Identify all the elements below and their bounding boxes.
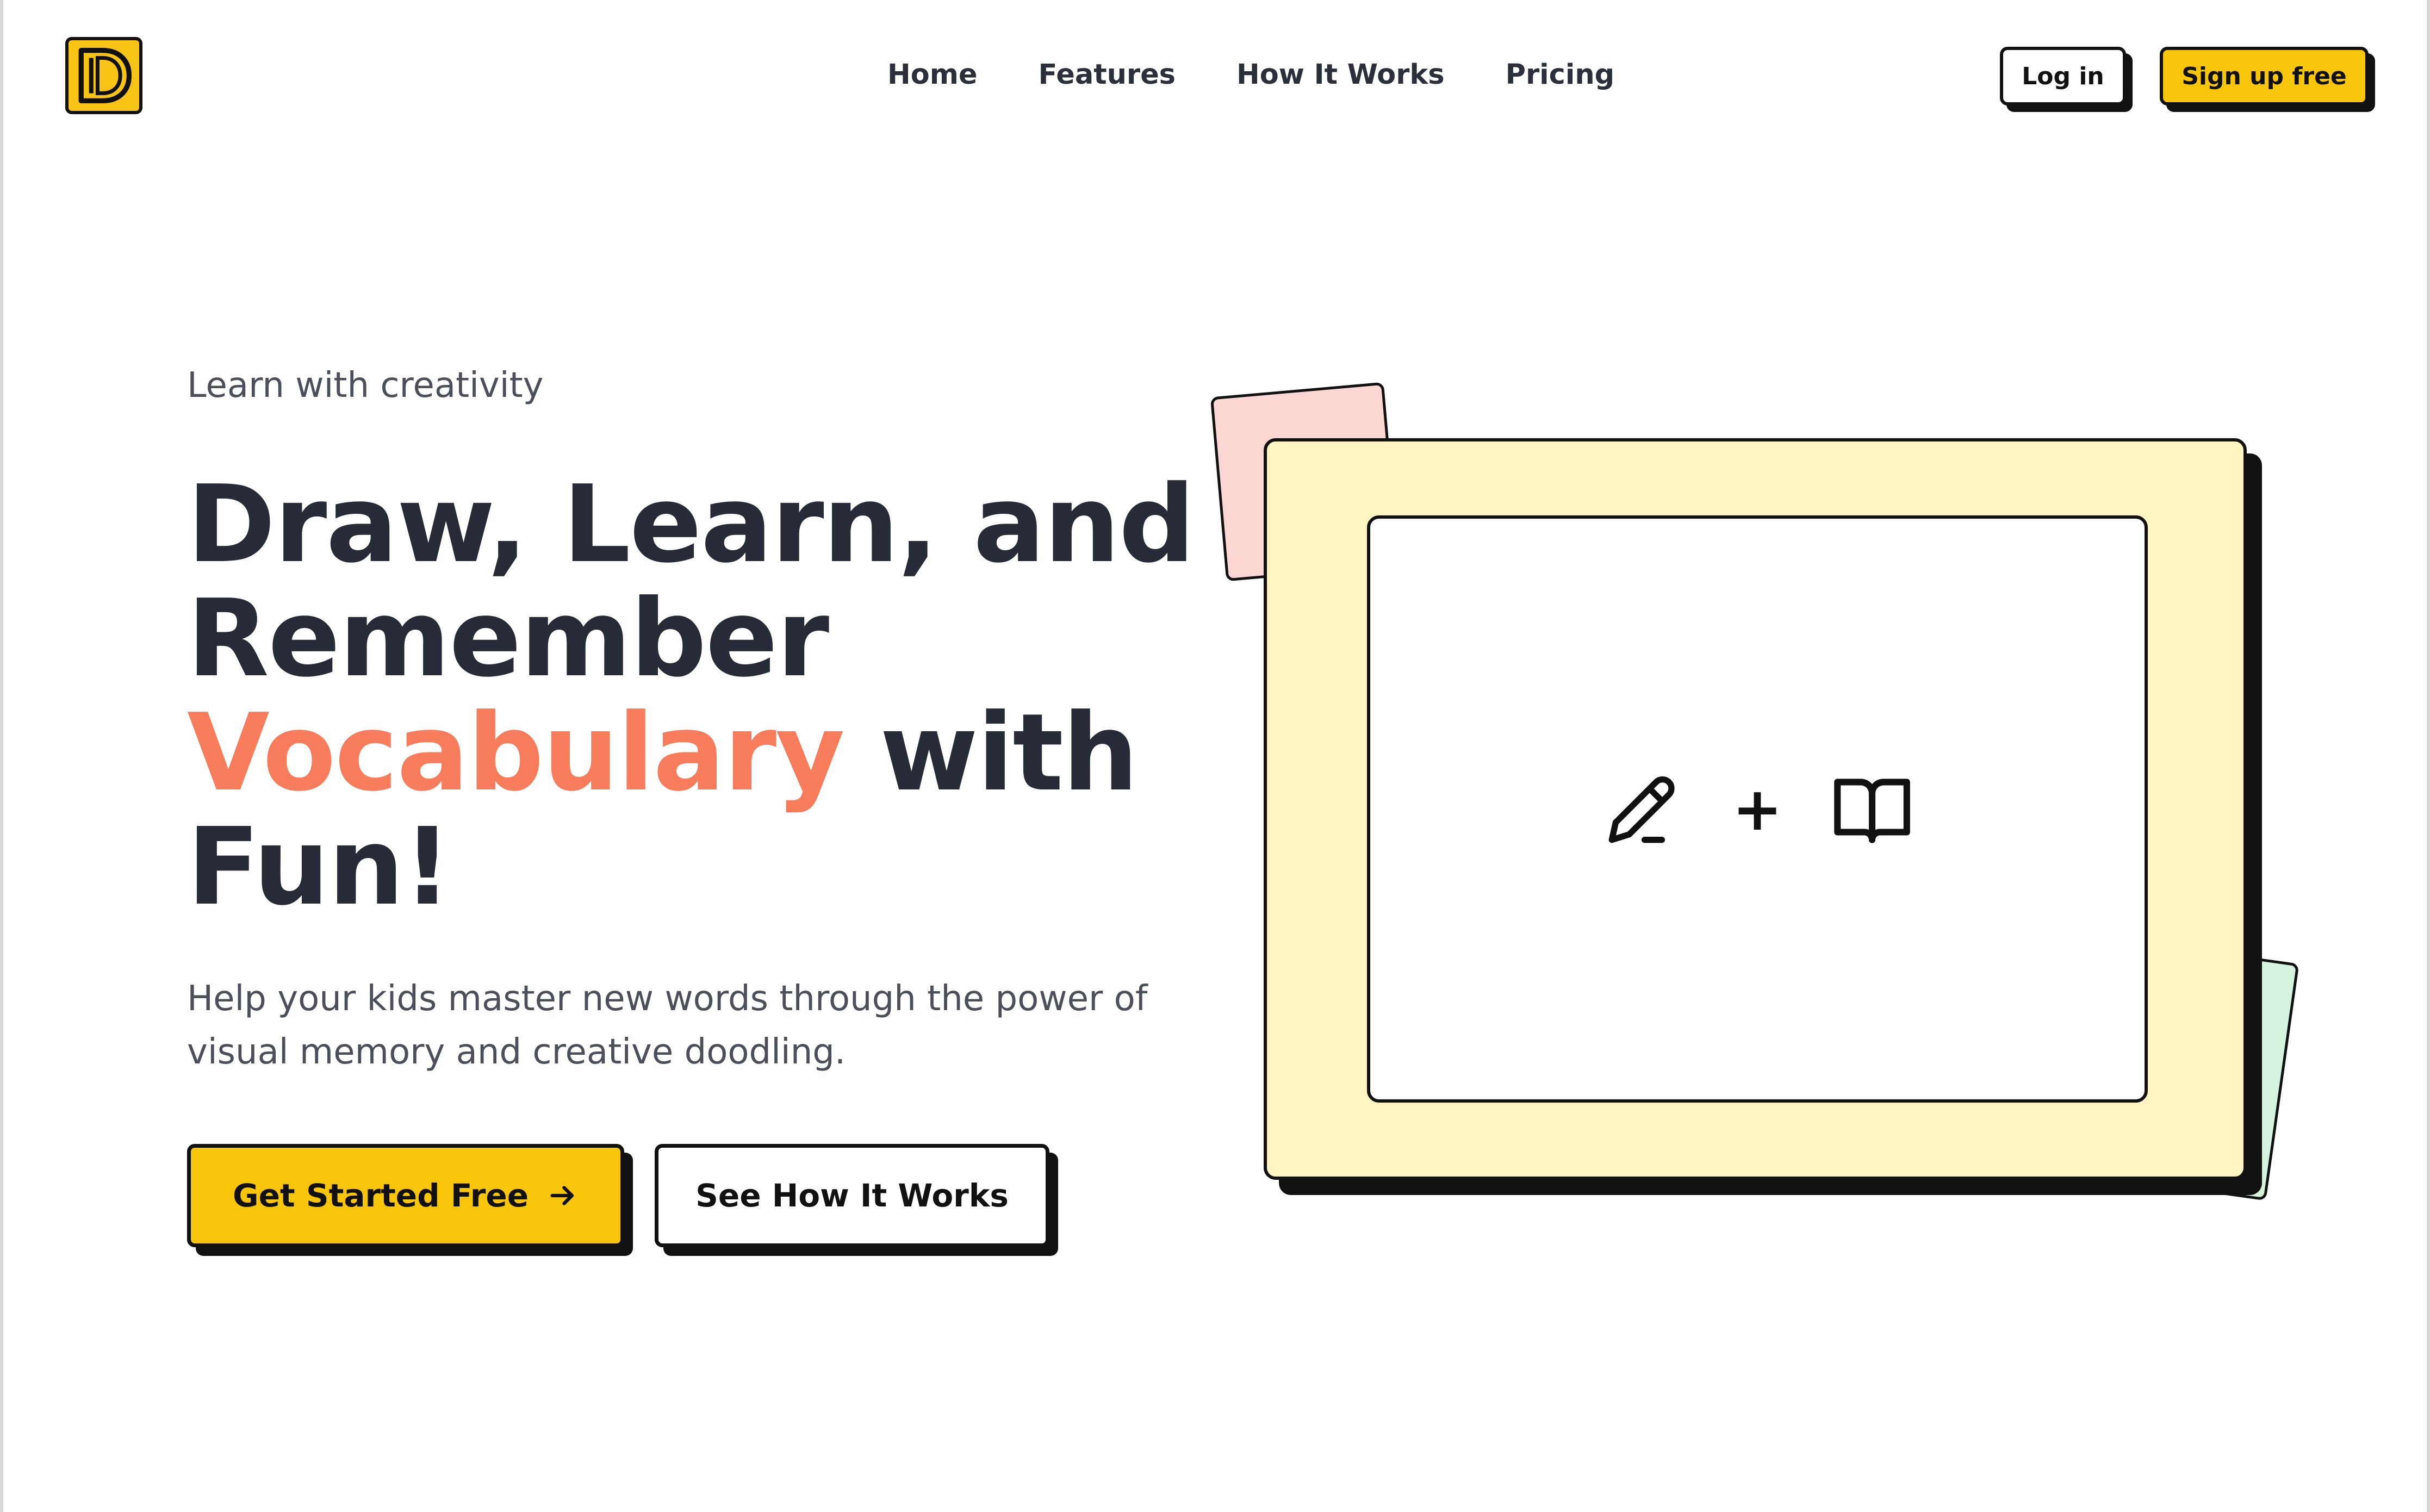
arrow-right-icon (550, 1186, 574, 1205)
nav-item-how-it-works[interactable]: How It Works (1236, 59, 1445, 91)
logo-d-icon (78, 47, 132, 104)
see-how-it-works-button[interactable]: See How It Works (655, 1144, 1049, 1247)
login-button[interactable]: Log in (2000, 47, 2126, 105)
book-icon (1834, 779, 1910, 843)
plus-sign: + (1732, 774, 1783, 844)
logo[interactable] (65, 37, 142, 114)
get-started-button[interactable]: Get Started Free (187, 1144, 624, 1247)
signup-button[interactable]: Sign up free (2160, 47, 2369, 105)
get-started-label: Get Started Free (232, 1177, 529, 1214)
illustration-canvas: + (1367, 515, 2148, 1103)
headline-after-accent: with (843, 691, 1138, 815)
hero-illustration: + (1196, 370, 2327, 1261)
main-nav: Home Features How It Works Pricing (887, 55, 1614, 94)
hero-subtext: Help your kids master new words through … (187, 979, 1148, 1072)
hero-eyebrow: Learn with creativity (187, 365, 544, 406)
headline-line-4: Fun! (187, 805, 452, 929)
nav-item-home[interactable]: Home (887, 59, 977, 91)
nav-item-features[interactable]: Features (1038, 59, 1176, 91)
page-edge-right (2427, 0, 2430, 1512)
illustration-frame: + (1264, 438, 2247, 1180)
page-edge-left (0, 0, 3, 1512)
headline-accent-word: Vocabulary (187, 691, 845, 815)
hero-headline: Draw, Learn, and Remember Vocabulary wit… (187, 468, 1220, 924)
pencil-icon (1608, 776, 1675, 843)
headline-line-1: Draw, Learn, and (187, 463, 1195, 587)
nav-item-pricing[interactable]: Pricing (1506, 59, 1615, 91)
headline-line-2: Remember (187, 577, 829, 701)
